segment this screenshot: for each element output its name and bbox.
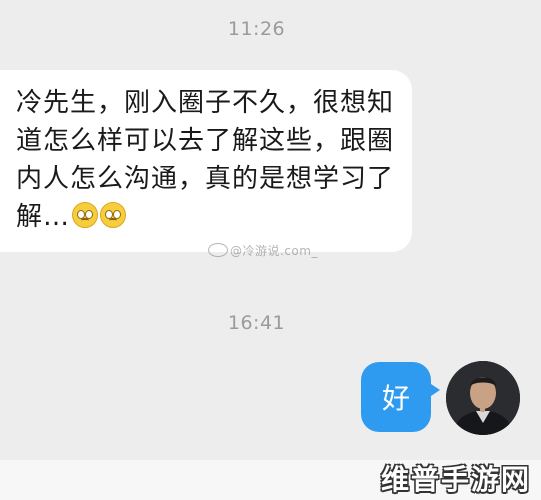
weibo-watermark: @冷游说.com_ [208,242,318,259]
outgoing-message-bubble[interactable]: 好 [361,362,440,432]
brand-logo: 维普手游网 [380,463,531,496]
pleading-face-emoji-icon [100,202,127,228]
person-avatar-icon [446,361,520,435]
timestamp: 11:26 [227,18,286,40]
pleading-face-emoji-icon [72,202,99,228]
user-avatar[interactable] [446,361,520,435]
watermark-text: @冷游说.com_ [230,244,318,258]
outgoing-message-text: 好 [381,382,410,415]
timestamp: 16:41 [227,312,286,334]
weibo-icon [208,243,228,257]
incoming-message-bubble[interactable]: 冷先生，刚入圈子不久，很想知道怎么样可以去了解这些，跟圈内人怎么沟通，真的是想学… [0,70,412,252]
